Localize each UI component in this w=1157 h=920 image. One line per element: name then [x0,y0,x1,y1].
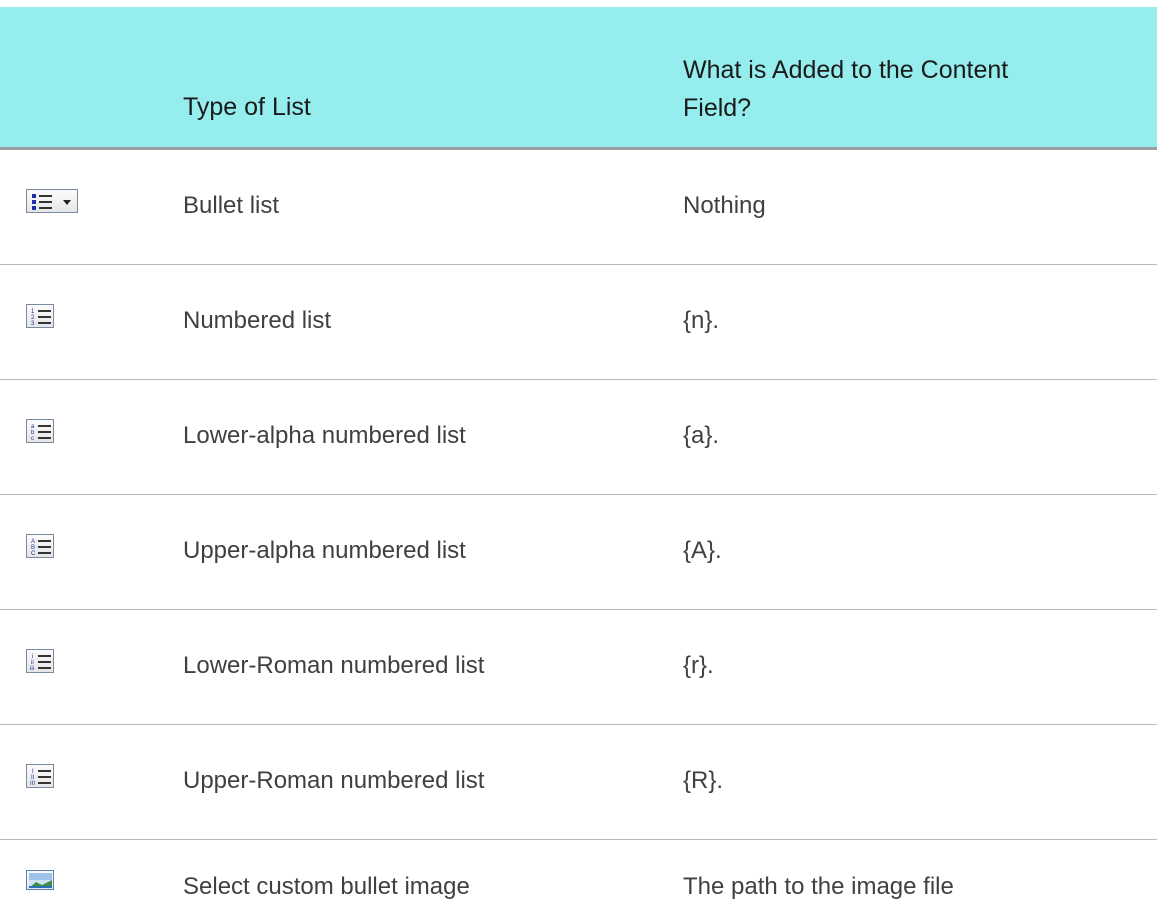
table-row: 1 2 3 Numbered list {n}. [0,265,1157,380]
svg-text:C: C [31,551,36,557]
svg-text:iii: iii [30,666,34,672]
header-added-to-content: What is Added to the Content Field? [683,56,1009,122]
list-type-label: Bullet list [183,192,280,219]
bullet-list-dropdown-icon[interactable] [26,189,78,213]
list-type-label: Select custom bullet image [183,873,470,900]
svg-text:3: 3 [31,321,35,327]
table-row: Bullet list Nothing [0,150,1157,265]
content-field-value: {n}. [683,307,720,334]
lower-roman-list-icon[interactable]: i ii iii [26,649,54,673]
table-row: a b c Lower-alpha numbered list {a}. [0,380,1157,495]
list-type-label: Upper-Roman numbered list [183,767,485,794]
table-row: I II III Upper-Roman numbered list {R}. [0,725,1157,840]
content-field-value: {a}. [683,422,720,449]
list-type-label: Upper-alpha numbered list [183,537,466,564]
content-field-value: {R}. [683,767,724,794]
upper-alpha-list-icon[interactable]: A B C [26,534,54,558]
table-header: Type of List What is Added to the Conten… [0,7,1157,150]
content-field-value: The path to the image file [683,873,954,900]
svg-text:III: III [30,781,35,787]
list-type-label: Lower-Roman numbered list [183,652,485,679]
table-row: i ii iii Lower-Roman numbered list {r}. [0,610,1157,725]
table-row: Select custom bullet image The path to t… [0,840,1157,920]
list-type-label: Lower-alpha numbered list [183,422,466,449]
svg-text:c: c [31,436,34,442]
table-row: A B C Upper-alpha numbered list {A}. [0,495,1157,610]
content-field-value: Nothing [683,192,766,219]
upper-roman-list-icon[interactable]: I II III [26,764,54,788]
content-field-value: {A}. [683,537,722,564]
lower-alpha-list-icon[interactable]: a b c [26,419,54,443]
list-types-table: Type of List What is Added to the Conten… [0,7,1157,920]
header-type-of-list: Type of List [183,93,311,121]
list-type-label: Numbered list [183,307,332,334]
numbered-list-icon[interactable]: 1 2 3 [26,304,54,328]
content-field-value: {r}. [683,652,714,679]
custom-bullet-image-icon[interactable] [26,870,54,890]
